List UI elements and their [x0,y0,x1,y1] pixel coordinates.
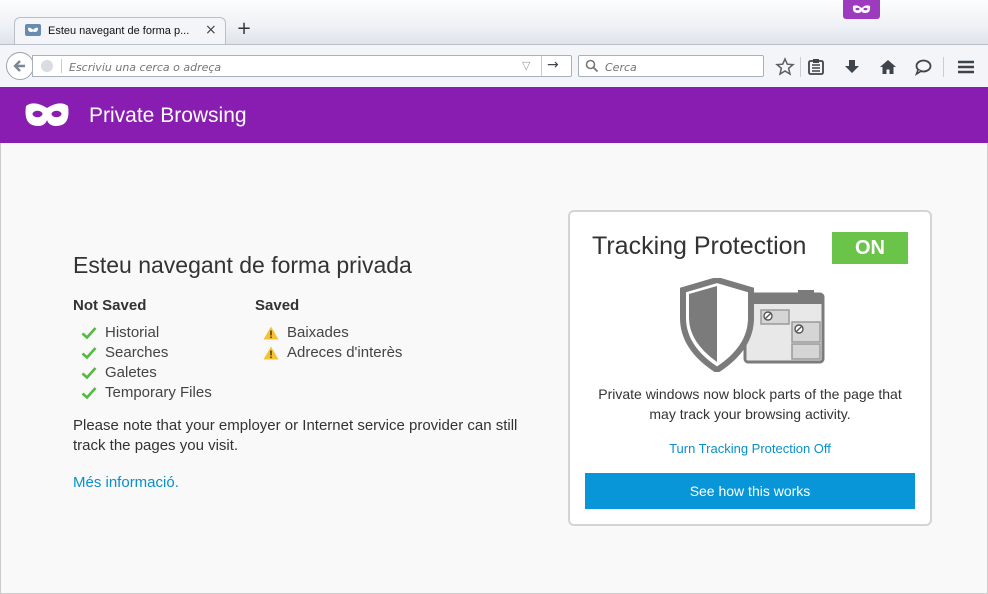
bookmark-star-icon[interactable] [775,57,795,77]
page-title: Esteu navegant de forma privada [73,252,412,278]
tracking-description: Private windows now block parts of the p… [598,386,902,422]
tracking-protection-title: Tracking Protection [592,232,807,260]
tab-title: Esteu navegant de forma p... [48,25,190,37]
list-item: Historial [81,324,159,341]
url-input[interactable] [67,58,511,76]
saved-heading: Saved [255,297,300,314]
title-bar: Esteu navegant de forma p... × + [0,0,988,45]
tab-private-browsing[interactable]: Esteu navegant de forma p... × [14,17,226,45]
back-arrow-icon [13,60,25,72]
warning-icon [263,326,279,340]
tracking-protection-card: Tracking Protection ON Private windows n… [568,210,932,526]
check-icon [81,327,97,340]
home-icon[interactable] [878,57,898,77]
list-item: Galetes [81,364,157,381]
private-browsing-indicator [843,0,880,19]
list-item: Temporary Files [81,384,212,401]
mask-icon [25,103,69,126]
check-icon [81,367,97,380]
page-content: Esteu navegant de forma privada Not Save… [0,143,988,594]
new-tab-button[interactable]: + [234,19,254,39]
header-title: Private Browsing [89,104,247,127]
search-icon[interactable] [585,59,599,73]
url-bar[interactable]: ▽ → [32,55,572,77]
back-button[interactable] [6,52,34,80]
shield-blocking-illustration [680,278,825,372]
check-icon [81,387,97,400]
close-tab-icon[interactable]: × [205,22,217,38]
tracking-status-badge[interactable]: ON [832,232,908,264]
check-icon [81,347,97,360]
search-bar[interactable] [578,55,764,77]
list-item: Baixades [263,324,349,341]
list-item: Adreces d'interès [263,344,402,361]
search-input[interactable] [603,58,757,76]
chat-icon[interactable] [913,57,933,77]
warning-icon [263,346,279,360]
mask-icon [852,5,871,13]
navigation-toolbar: ▽ → [0,44,988,87]
private-browsing-favicon [25,24,41,36]
download-icon[interactable] [842,57,862,77]
not-saved-heading: Not Saved [73,297,147,314]
go-arrow-icon[interactable]: → [547,57,559,73]
site-identity-icon[interactable] [41,60,53,72]
list-item: Searches [81,344,168,361]
reading-list-icon[interactable] [806,57,826,77]
turn-tracking-off-link[interactable]: Turn Tracking Protection Off [570,441,930,456]
menu-icon[interactable] [956,57,976,77]
more-info-link[interactable]: Més informació. [73,474,179,491]
see-how-button[interactable]: See how this works [585,473,915,509]
private-browsing-header: Private Browsing [0,87,988,143]
history-dropdown-icon[interactable]: ▽ [522,59,530,72]
privacy-note: Please note that your employer or Intern… [73,417,518,454]
